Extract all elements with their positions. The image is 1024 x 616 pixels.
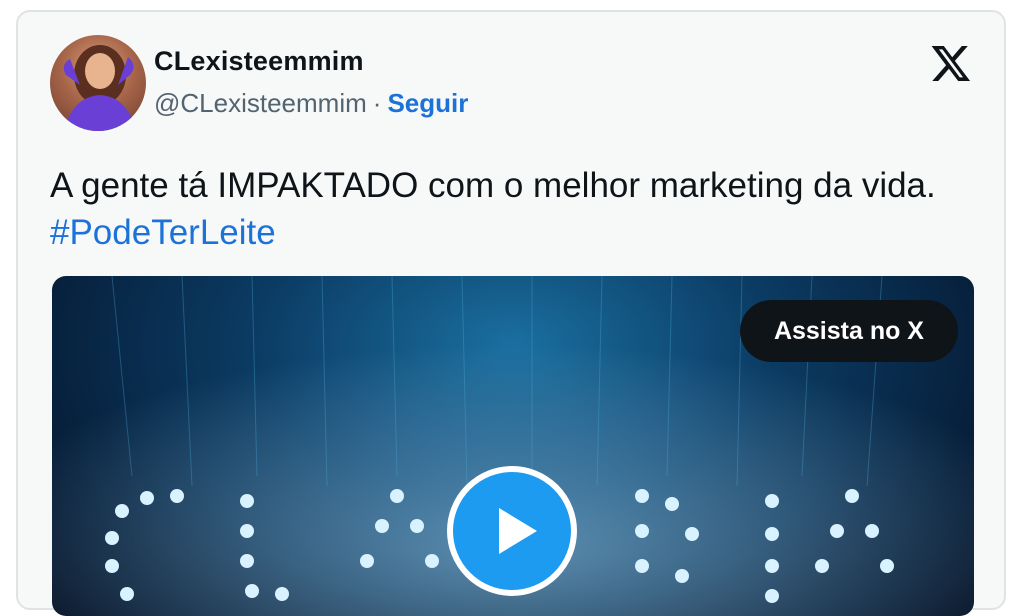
follow-button[interactable]: Seguir — [387, 88, 468, 118]
watch-on-x-button[interactable]: Assista no X — [739, 300, 958, 362]
separator-dot: · — [372, 88, 382, 118]
play-button[interactable] — [447, 466, 577, 596]
avatar[interactable] — [50, 35, 146, 131]
tweet-body: A gente tá IMPAKTADO com o melhor market… — [50, 166, 936, 205]
tweet-text: A gente tá IMPAKTADO com o melhor market… — [50, 162, 980, 256]
user-name[interactable]: CLexisteemmim — [154, 46, 364, 77]
video-thumbnail[interactable]: Assista no X — [52, 276, 974, 616]
tweet-card[interactable]: CLexisteemmim @CLexisteemmim · Seguir A ge… — [16, 10, 1006, 616]
x-logo-icon[interactable] — [930, 42, 972, 84]
hashtag-link[interactable]: #PodeTerLeite — [50, 213, 276, 252]
play-icon — [499, 508, 537, 554]
user-handle[interactable]: @CLexisteemmim — [154, 88, 367, 118]
handle-row: @CLexisteemmim · Seguir — [154, 88, 468, 119]
